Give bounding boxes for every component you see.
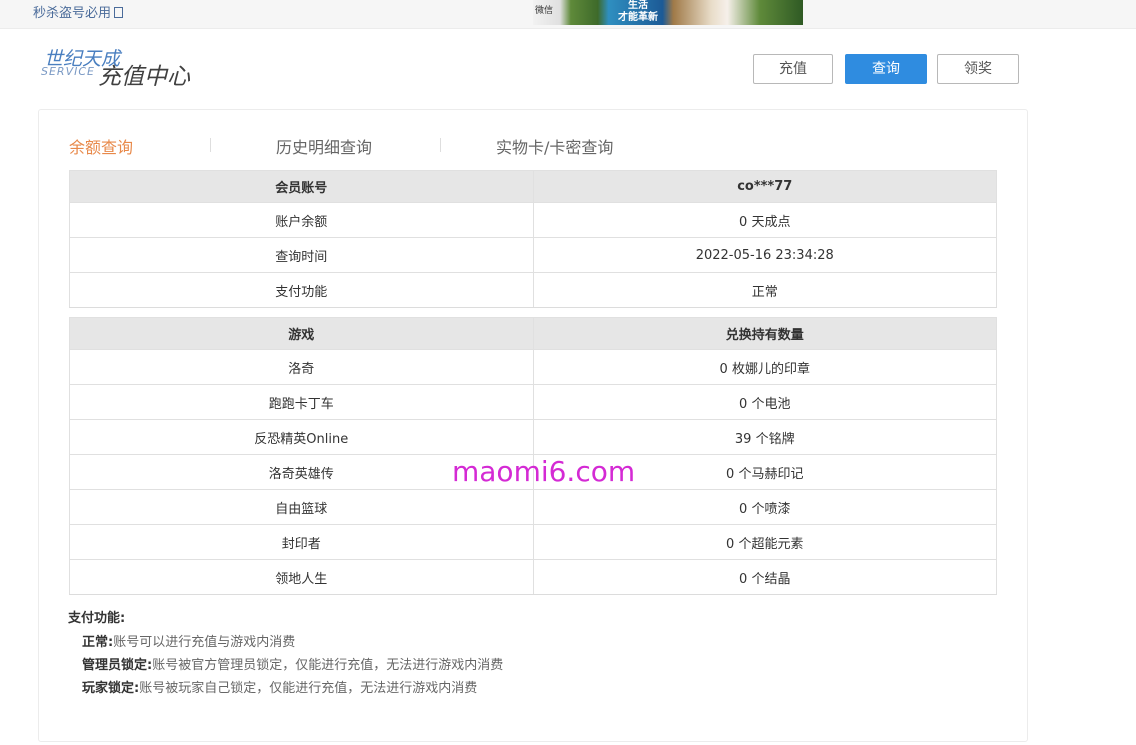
account-balance-value: 0 天成点 [532, 202, 997, 238]
game-quantity: 0 枚娜儿的印章 [532, 349, 997, 385]
table-row: 跑跑卡丁车 0 个电池 [69, 384, 997, 420]
game-name: 反恐精英Online [69, 419, 534, 455]
table-row: 查询时间 2022-05-16 23:34:28 [69, 237, 997, 273]
row-label: 账户余额 [69, 202, 534, 238]
table-row: 反恐精英Online 39 个铭牌 [69, 419, 997, 455]
banner-ad[interactable]: 微信 生活 才能革新 [533, 0, 803, 25]
note-text: 账号被玩家自己锁定，仅能进行充值，无法进行游戏内消费 [139, 681, 478, 696]
tab-divider [440, 138, 441, 152]
quantity-column-header: 兑换持有数量 [532, 317, 997, 350]
banner-text-line2: 才能革新 [618, 12, 658, 23]
banner-text-line1: 生活 [628, 0, 648, 11]
table-row: 支付功能 正常 [69, 272, 997, 308]
note-item: 管理员锁定:账号被官方管理员锁定，仅能进行充值，无法进行游戏内消费 [82, 654, 503, 677]
game-name: 跑跑卡丁车 [69, 384, 534, 420]
account-label-header: 会员账号 [69, 170, 534, 203]
tab-history-query[interactable]: 历史明细查询 [276, 134, 372, 158]
table-header-row: 会员账号 co***77 [69, 170, 997, 203]
account-value-header: co***77 [532, 170, 997, 203]
top-bar: 秒杀盗号必用 微信 生活 才能革新 [0, 0, 1136, 29]
table-row: 领地人生 0 个结晶 [69, 559, 997, 595]
game-name: 洛奇 [69, 349, 534, 385]
note-text: 账号被官方管理员锁定，仅能进行充值，无法进行游戏内消费 [152, 658, 504, 673]
note-text: 账号可以进行充值与游戏内消费 [113, 635, 296, 650]
game-quantity: 0 个超能元素 [532, 524, 997, 560]
tab-balance-query[interactable]: 余额查询 [69, 134, 133, 158]
payment-notes: 支付功能: 正常:账号可以进行充值与游戏内消费 管理员锁定:账号被官方管理员锁定… [68, 607, 503, 700]
note-item: 正常:账号可以进行充值与游戏内消费 [82, 631, 503, 654]
payment-status-value: 正常 [532, 272, 997, 308]
table-row: 封印者 0 个超能元素 [69, 524, 997, 560]
note-key: 正常: [82, 635, 114, 650]
tab-divider [210, 138, 211, 152]
account-table: 会员账号 co***77 账户余额 0 天成点 查询时间 2022-05-16 … [69, 170, 997, 308]
note-key: 玩家锁定: [82, 681, 140, 696]
query-time-value: 2022-05-16 23:34:28 [532, 237, 997, 273]
notes-title: 支付功能: [68, 611, 126, 626]
table-row: 自由篮球 0 个喷漆 [69, 489, 997, 525]
row-label: 查询时间 [69, 237, 534, 273]
game-quantity: 0 个喷漆 [532, 489, 997, 525]
table-row: 账户余额 0 天成点 [69, 202, 997, 238]
game-name: 自由篮球 [69, 489, 534, 525]
watermark-text: maomi6.com [452, 455, 636, 488]
game-quantity: 0 个电池 [532, 384, 997, 420]
game-quantity: 39 个铭牌 [532, 419, 997, 455]
game-column-header: 游戏 [69, 317, 534, 350]
recharge-button[interactable]: 充值 [753, 54, 833, 84]
logo-title: 充值中心 [98, 64, 190, 90]
logo-brand-en: SERVICE [41, 65, 95, 78]
row-label: 支付功能 [69, 272, 534, 308]
note-item: 玩家锁定:账号被玩家自己锁定，仅能进行充值，无法进行游戏内消费 [82, 677, 503, 700]
game-name: 封印者 [69, 524, 534, 560]
tab-card-query[interactable]: 实物卡/卡密查询 [496, 134, 613, 158]
table-header-row: 游戏 兑换持有数量 [69, 317, 997, 350]
site-logo[interactable]: 世纪天成 SERVICE 充值中心 [40, 44, 210, 90]
banner-ad-text: 生活 才能革新 [608, 0, 668, 24]
game-quantity: 0 个结晶 [532, 559, 997, 595]
query-button[interactable]: 查询 [845, 54, 927, 84]
qr-code-icon: 微信 [535, 6, 554, 16]
top-promo-link[interactable]: 秒杀盗号必用 [33, 2, 124, 21]
table-row: 洛奇 0 枚娜儿的印章 [69, 349, 997, 385]
external-link-icon [114, 7, 124, 18]
game-name: 领地人生 [69, 559, 534, 595]
note-key: 管理员锁定: [82, 658, 153, 673]
top-promo-link-text: 秒杀盗号必用 [33, 6, 112, 21]
claim-prize-button[interactable]: 领奖 [937, 54, 1019, 84]
